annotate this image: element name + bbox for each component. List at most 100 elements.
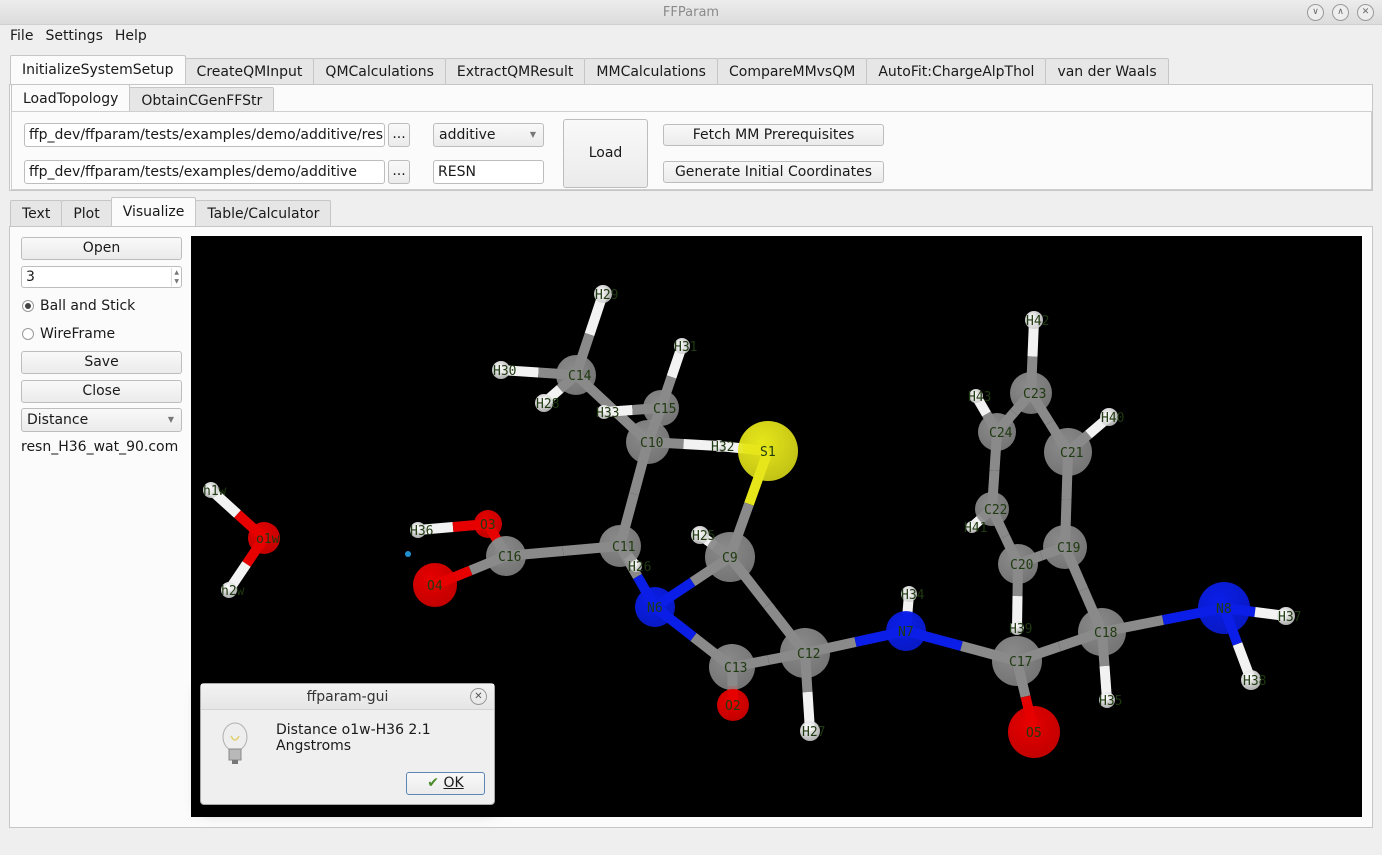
atom-label: C24 [989, 426, 1013, 441]
sub-tab-bar: LoadTopology ObtainCGenFFStr [11, 84, 275, 114]
tab-visualize[interactable]: Visualize [110, 197, 197, 227]
lightbulb-icon [221, 722, 249, 772]
window-title: FFParam [662, 5, 720, 20]
dialog-titlebar: ffparam-gui ✕ [201, 684, 494, 710]
dialog-title: ffparam-gui [306, 689, 389, 705]
tab-autofit-charge[interactable]: AutoFit:ChargeAlpThol [866, 58, 1047, 85]
load-button[interactable]: Load [563, 119, 648, 188]
atom-label: H28 [536, 397, 559, 412]
topology-path-input[interactable]: ffp_dev/ffparam/tests/examples/demo/addi… [24, 123, 385, 147]
atom-label: N7 [898, 625, 914, 640]
radio-checked-icon [22, 300, 34, 312]
atom-label: C18 [1094, 626, 1117, 641]
check-icon: ✔ [427, 775, 440, 791]
tab-compare-mm-vs-qm[interactable]: CompareMMvsQM [716, 58, 868, 85]
menu-file[interactable]: File [10, 28, 33, 44]
atom-label: C16 [498, 550, 521, 565]
atom-label: H31 [674, 340, 697, 355]
atom-label: C9 [722, 551, 738, 566]
ok-label: OK [443, 775, 464, 791]
atom-label: C13 [724, 661, 747, 676]
atom-label: O3 [480, 518, 496, 533]
tab-create-qm-input[interactable]: CreateQMInput [184, 58, 315, 85]
tab-qm-calculations[interactable]: QMCalculations [313, 58, 446, 85]
menu-help[interactable]: Help [115, 28, 147, 44]
minimize-button[interactable]: ∨ [1307, 4, 1324, 21]
forcefield-select-value: additive [439, 127, 496, 143]
atom-label: C10 [640, 436, 663, 451]
forcefield-select[interactable]: additive ▼ [433, 123, 544, 147]
atom-label: H43 [968, 390, 991, 405]
atom-label: O5 [1026, 726, 1042, 741]
atom-label: C23 [1023, 387, 1046, 402]
atom-label: o1w [256, 532, 280, 547]
dialog-close-icon[interactable]: ✕ [470, 688, 487, 705]
atom-label: C14 [568, 369, 592, 384]
measure-select[interactable]: Distance ▼ [21, 408, 182, 432]
atom-label: H38 [1243, 674, 1266, 689]
atom-label: H29 [595, 288, 618, 303]
atom-label: H35 [1099, 694, 1122, 709]
save-button[interactable]: Save [21, 351, 182, 374]
atom-label: C17 [1009, 655, 1032, 670]
wireframe-radio[interactable]: WireFrame [22, 326, 115, 342]
atom-label: h2w [221, 584, 245, 599]
atom-label: C12 [797, 647, 820, 662]
directory-path-input[interactable]: ffp_dev/ffparam/tests/examples/demo/addi… [24, 160, 385, 184]
ok-button[interactable]: ✔ OK [406, 772, 485, 795]
atom-label: h1w [203, 484, 227, 499]
tab-mm-calculations[interactable]: MMCalculations [584, 58, 718, 85]
atom-label: N8 [1216, 602, 1232, 617]
atom-label: H33 [596, 406, 619, 421]
tab-initialize-system-setup[interactable]: InitializeSystemSetup [10, 55, 186, 85]
atom-label: N6 [647, 601, 663, 616]
tab-table-calculator[interactable]: Table/Calculator [195, 200, 332, 227]
close-button[interactable]: ✕ [1357, 4, 1374, 21]
atom-label: C20 [1010, 558, 1033, 573]
generate-initial-coordinates-button[interactable]: Generate Initial Coordinates [663, 161, 884, 183]
atom-label: H34 [901, 588, 925, 603]
fetch-mm-prerequisites-button[interactable]: Fetch MM Prerequisites [663, 124, 884, 146]
resname-input[interactable]: RESN [433, 160, 544, 184]
chevron-down-icon: ▼ [529, 130, 536, 139]
window-titlebar: FFParam ∨ ∧ ✕ [0, 0, 1382, 25]
atom-label: H41 [964, 521, 987, 536]
open-button[interactable]: Open [21, 237, 182, 260]
atom-label: H37 [1278, 610, 1301, 625]
atom-label: H25 [692, 529, 715, 544]
wireframe-label: WireFrame [40, 326, 116, 342]
atom-label: S1 [760, 445, 776, 460]
atom-label: O4 [427, 579, 443, 594]
output-tab-bar: Text Plot Visualize Table/Calculator [10, 197, 332, 227]
browse-directory-button[interactable]: ... [388, 160, 410, 184]
atom-label: H30 [493, 364, 516, 379]
menu-bar: File Settings Help [0, 25, 1382, 47]
browse-topology-button[interactable]: ... [388, 123, 410, 147]
atom-label: H40 [1101, 411, 1124, 426]
maximize-button[interactable]: ∧ [1332, 4, 1349, 21]
atom-label: H36 [410, 524, 433, 539]
spin-box-value: 3 [26, 269, 35, 285]
close-viewer-button[interactable]: Close [21, 380, 182, 403]
atom-label: C22 [984, 503, 1007, 518]
tab-plot[interactable]: Plot [61, 200, 112, 227]
tab-load-topology[interactable]: LoadTopology [11, 84, 131, 114]
tab-text[interactable]: Text [10, 200, 63, 227]
tab-obtain-cgenff-str[interactable]: ObtainCGenFFStr [129, 87, 275, 114]
atom-label: C15 [653, 402, 676, 417]
atom-label: H39 [1009, 622, 1032, 637]
tab-van-der-waals[interactable]: van der Waals [1045, 58, 1169, 85]
atom-label: H42 [1026, 314, 1049, 329]
spin-box[interactable]: 3 ▲ ▼ [21, 266, 182, 288]
main-tab-bar: InitializeSystemSetup CreateQMInput QMCa… [10, 55, 1169, 85]
measure-marker [405, 551, 411, 557]
ball-and-stick-label: Ball and Stick [40, 298, 136, 314]
distance-dialog: ffparam-gui ✕ Distance o1w-H36 2.1 Angst… [200, 683, 495, 805]
spin-arrows-icon[interactable]: ▲ ▼ [171, 268, 179, 286]
menu-settings[interactable]: Settings [45, 28, 102, 44]
tab-extract-qm-result[interactable]: ExtractQMResult [444, 58, 586, 85]
atom-label: H32 [711, 440, 734, 455]
ball-and-stick-radio[interactable]: Ball and Stick [22, 298, 135, 314]
atom-label: C11 [612, 540, 635, 555]
chevron-down-icon: ▼ [167, 415, 174, 424]
